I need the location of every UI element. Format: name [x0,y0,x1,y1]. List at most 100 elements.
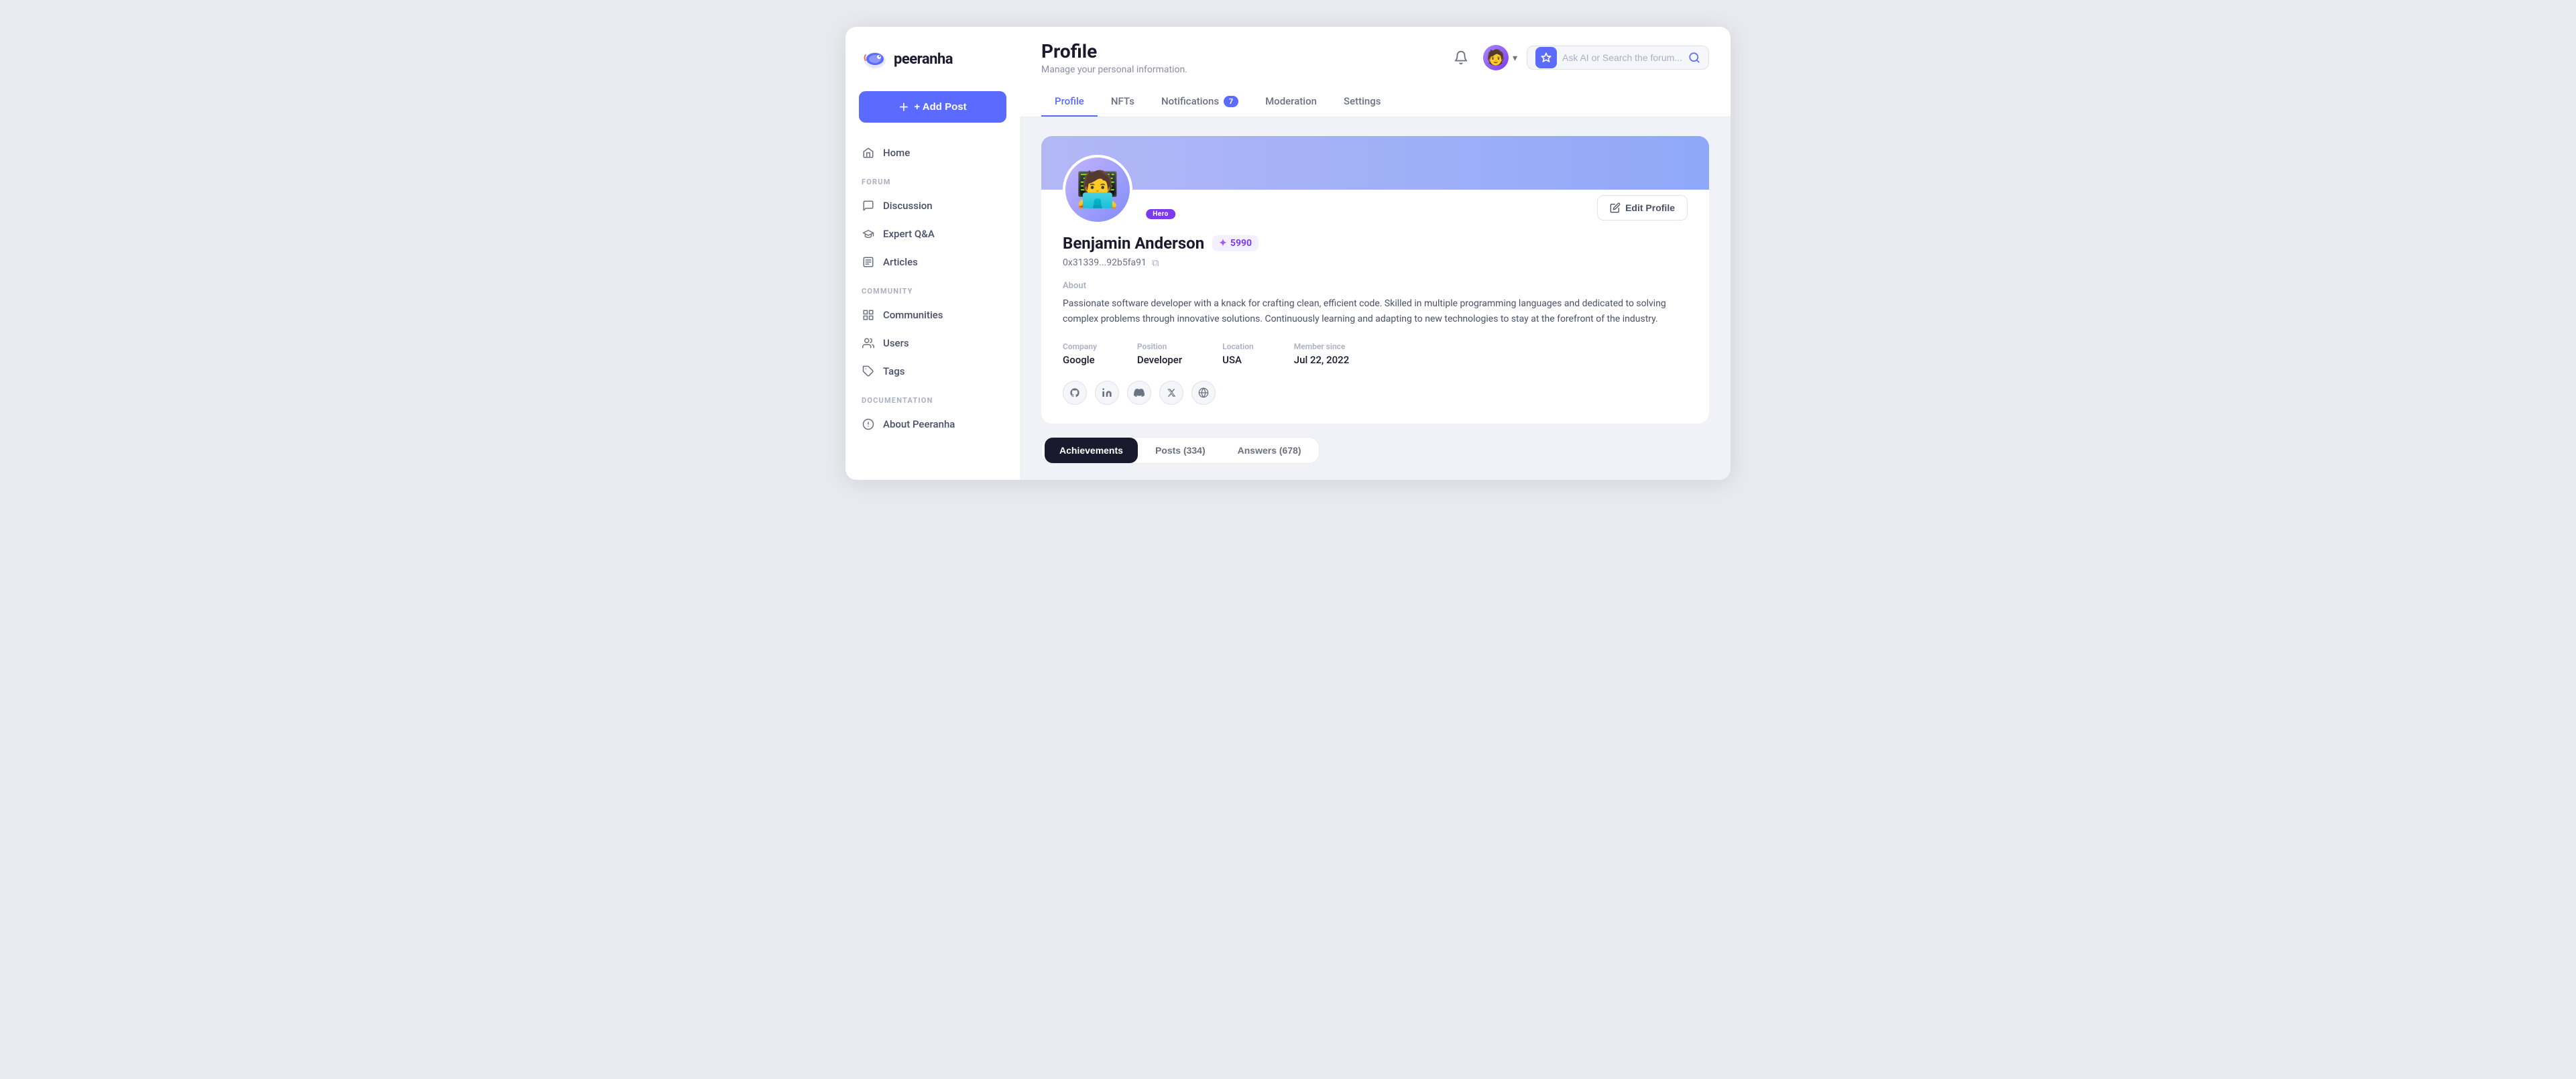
location-value: USA [1222,354,1254,366]
search-bar [1527,46,1709,70]
tab-profile[interactable]: Profile [1041,87,1098,117]
app-container: peeranha ＋ + Add Post Home FORUM Discuss… [845,27,1731,480]
meta-location: Location USA [1222,342,1254,366]
edit-profile-button[interactable]: Edit Profile [1597,195,1688,220]
page-subtitle: Manage your personal information. [1041,64,1187,75]
search-icon [1688,52,1700,64]
info-icon [862,418,875,431]
profile-meta-row: Company Google Position Developer Locati… [1063,342,1688,366]
social-links [1063,381,1688,405]
tag-icon [862,365,875,378]
chevron-down-icon: ▾ [1513,52,1517,64]
globe-icon [1198,387,1209,398]
sidebar-item-label: Discussion [883,200,933,212]
meta-member-since: Member since Jul 22, 2022 [1294,342,1349,366]
profile-body: 🧑‍💻 Hero Benjamin Anderson ✦ 5990 [1041,155,1709,424]
edit-icon [1610,202,1621,213]
tab-label: Notifications [1161,95,1219,107]
address-text: 0x31339...92b5fa91 [1063,257,1147,268]
company-value: Google [1063,354,1097,366]
tab-answers[interactable]: Answers (678) [1223,438,1316,463]
bottom-tab-bar: Achievements Posts (334) Answers (678) [1041,437,1320,464]
tab-settings[interactable]: Settings [1330,87,1395,117]
sidebar-item-expert-qa[interactable]: Expert Q&A [845,220,1020,248]
topbar-actions: 🧑 ▾ [1448,45,1709,70]
plus-icon: ＋ [898,100,909,114]
tab-bar: Profile NFTs Notifications 7 Moderation … [1041,87,1709,117]
sidebar-item-label: Articles [883,256,918,268]
graduation-icon [862,227,875,241]
home-icon [862,146,875,160]
add-post-label: + Add Post [914,101,966,113]
ai-button[interactable] [1535,47,1557,68]
meta-company: Company Google [1063,342,1097,366]
tab-nfts[interactable]: NFTs [1098,87,1148,117]
tab-label: NFTs [1111,95,1134,107]
edit-profile-label: Edit Profile [1625,202,1675,213]
twitter-x-icon [1167,388,1176,397]
avatar: 🧑 [1483,45,1509,70]
sidebar-item-label: Home [883,147,910,159]
sidebar-item-articles[interactable]: Articles [845,248,1020,276]
avatar-emoji: 🧑 [1486,50,1505,65]
sidebar-item-label: Users [883,337,909,349]
twitter-link[interactable] [1159,381,1183,405]
sidebar-item-label: Tags [883,365,904,377]
member-since-value: Jul 22, 2022 [1294,354,1349,366]
sidebar: peeranha ＋ + Add Post Home FORUM Discuss… [845,27,1020,480]
linkedin-link[interactable] [1095,381,1119,405]
website-link[interactable] [1191,381,1216,405]
position-label: Position [1137,342,1182,351]
page-title: Profile [1041,40,1187,62]
profile-card: 🧑‍💻 Hero Benjamin Anderson ✦ 5990 [1041,136,1709,424]
sidebar-item-label: About Peeranha [883,418,955,430]
sidebar-item-communities[interactable]: Communities [845,301,1020,329]
sidebar-item-discussion[interactable]: Discussion [845,192,1020,220]
user-avatar-button[interactable]: 🧑 ▾ [1483,45,1517,70]
location-label: Location [1222,342,1254,351]
tab-achievements[interactable]: Achievements [1045,438,1138,463]
tab-notifications[interactable]: Notifications 7 [1148,87,1252,117]
sidebar-item-label: Communities [883,309,943,321]
position-value: Developer [1137,354,1182,366]
notification-button[interactable] [1448,45,1474,70]
linkedin-icon [1102,387,1112,398]
add-post-button[interactable]: ＋ + Add Post [859,91,1006,123]
member-since-label: Member since [1294,342,1349,351]
star-icon: ✦ [1219,238,1227,249]
search-input[interactable] [1562,46,1683,69]
sidebar-item-about[interactable]: About Peeranha [845,410,1020,438]
discord-link[interactable] [1127,381,1151,405]
sidebar-item-users[interactable]: Users [845,329,1020,357]
copy-icon[interactable]: ⧉ [1152,257,1159,269]
github-icon [1069,387,1080,398]
logo-text: peeranha [894,51,953,68]
profile-header-row: 🧑‍💻 Hero Benjamin Anderson ✦ 5990 [1063,155,1688,269]
users-icon [862,336,875,350]
github-link[interactable] [1063,381,1087,405]
about-label: About [1063,281,1688,291]
topbar: Profile Manage your personal information… [1020,27,1731,117]
search-button[interactable] [1688,52,1700,64]
bell-icon [1454,50,1468,65]
tab-posts[interactable]: Posts (334) [1140,438,1220,463]
hero-badge: Hero [1146,209,1175,219]
tab-moderation[interactable]: Moderation [1252,87,1330,117]
notification-badge: 7 [1224,96,1238,107]
profile-info-left: 🧑‍💻 Hero Benjamin Anderson ✦ 5990 [1063,155,1258,269]
company-label: Company [1063,342,1097,351]
grid-icon [862,308,875,322]
sidebar-item-home[interactable]: Home [845,139,1020,167]
section-label-forum: FORUM [845,167,1020,192]
tab-label: Profile [1055,95,1084,107]
sidebar-item-label: Expert Q&A [883,228,935,240]
profile-points: ✦ 5990 [1212,235,1258,251]
profile-section: 🧑‍💻 Hero Benjamin Anderson ✦ 5990 [1020,117,1731,480]
tab-label: Moderation [1265,95,1317,107]
main-content: Profile Manage your personal information… [1020,27,1731,480]
sidebar-item-tags[interactable]: Tags [845,357,1020,385]
page-title-block: Profile Manage your personal information… [1041,40,1187,75]
tab-label: Settings [1344,95,1381,107]
profile-name: Benjamin Anderson [1063,234,1204,253]
chat-icon [862,199,875,212]
